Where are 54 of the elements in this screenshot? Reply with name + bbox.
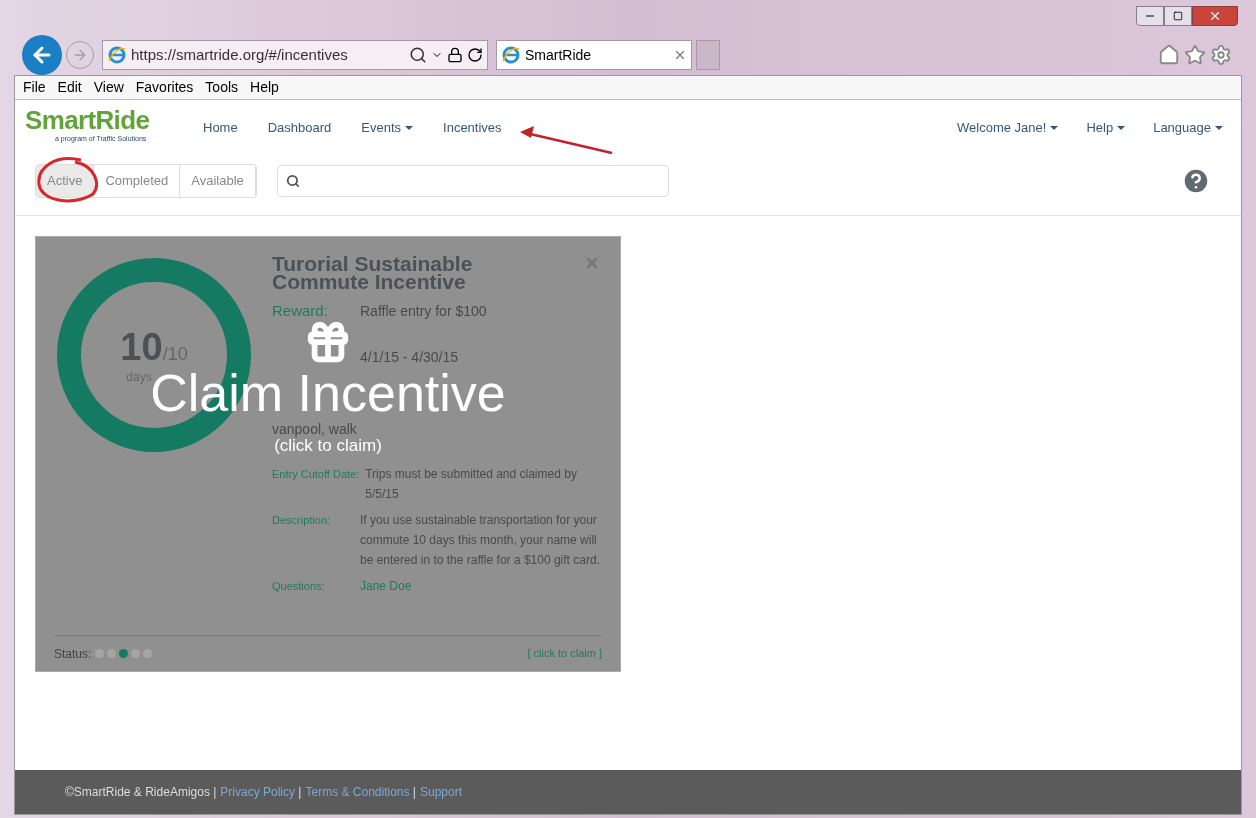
settings-icon[interactable] [1210, 44, 1232, 66]
copyright-text: ©SmartRide & RideAmigos | [65, 784, 217, 801]
menu-item[interactable]: Tools [205, 77, 239, 98]
close-icon [1208, 9, 1222, 23]
nav-link[interactable]: Events [361, 118, 402, 138]
close-tab-icon[interactable] [673, 48, 687, 62]
address-bar[interactable]: https://smartride.org/#/incentives [102, 40, 488, 70]
field-value: 4/1/15 - 4/30/15 [360, 349, 459, 365]
card-title: Turorial Sustainable Commute Incentive [272, 255, 474, 291]
gift-icon [305, 319, 351, 365]
footer-separator: | [297, 784, 302, 801]
menu-item[interactable]: Favorites [135, 77, 194, 98]
nav-link[interactable]: Home [203, 118, 238, 138]
field-label: Reward: [272, 303, 329, 319]
progress-count: 10 [120, 327, 163, 367]
search-icon [285, 173, 300, 188]
forward-arrow-icon [72, 47, 88, 63]
caret-icon [1117, 125, 1126, 130]
caret-icon [405, 125, 414, 130]
maximize-button[interactable] [1164, 6, 1192, 26]
nav-link[interactable]: Help [1086, 118, 1114, 138]
menu-item[interactable]: Edit [57, 77, 82, 98]
minimize-button[interactable] [1136, 6, 1164, 26]
lock-icon [447, 47, 463, 63]
field-value: If you use sustainable transportation for your commute 10 days this month, your name will be entered in to the raffle for a $100 gift card. [360, 512, 600, 569]
browser-logo-icon [107, 45, 127, 65]
search-icon[interactable] [409, 46, 427, 64]
star-icon[interactable] [1184, 44, 1206, 66]
field-value: Raffle entry for $100 [360, 303, 487, 319]
nav-link[interactable]: Language [1153, 118, 1211, 138]
menu-item[interactable]: View [93, 77, 124, 98]
nav-link[interactable]: Welcome Jane! [957, 118, 1047, 138]
maximize-icon [1173, 11, 1183, 21]
refresh-icon[interactable] [467, 47, 483, 63]
nav-link[interactable]: Incentives [443, 118, 502, 138]
field-value: Trips must be submitted and claimed by 5/5/15 [365, 466, 578, 503]
search-field[interactable] [276, 164, 669, 197]
field-value: vanpool, walk [272, 422, 357, 437]
field-label: Entry Cutoff Date: [272, 467, 361, 482]
field-label: Description: [272, 513, 332, 528]
footer-separator: | [411, 784, 416, 801]
browser-logo-icon [501, 45, 521, 65]
menu-item[interactable]: File [23, 77, 46, 98]
menu-item[interactable]: Help [250, 77, 279, 98]
status-label: Status: [54, 645, 92, 663]
browser-tab[interactable]: SmartRide [496, 40, 692, 70]
caret-icon [1215, 125, 1223, 130]
caret-icon [1050, 125, 1059, 130]
url-text: https://smartride.org/#/incentives [131, 44, 349, 65]
home-icon[interactable] [1158, 44, 1180, 66]
back-button[interactable] [22, 35, 62, 75]
nav-link[interactable]: Dashboard [267, 118, 332, 138]
close-button[interactable] [1192, 6, 1238, 26]
field-label: Questions: [272, 579, 326, 594]
